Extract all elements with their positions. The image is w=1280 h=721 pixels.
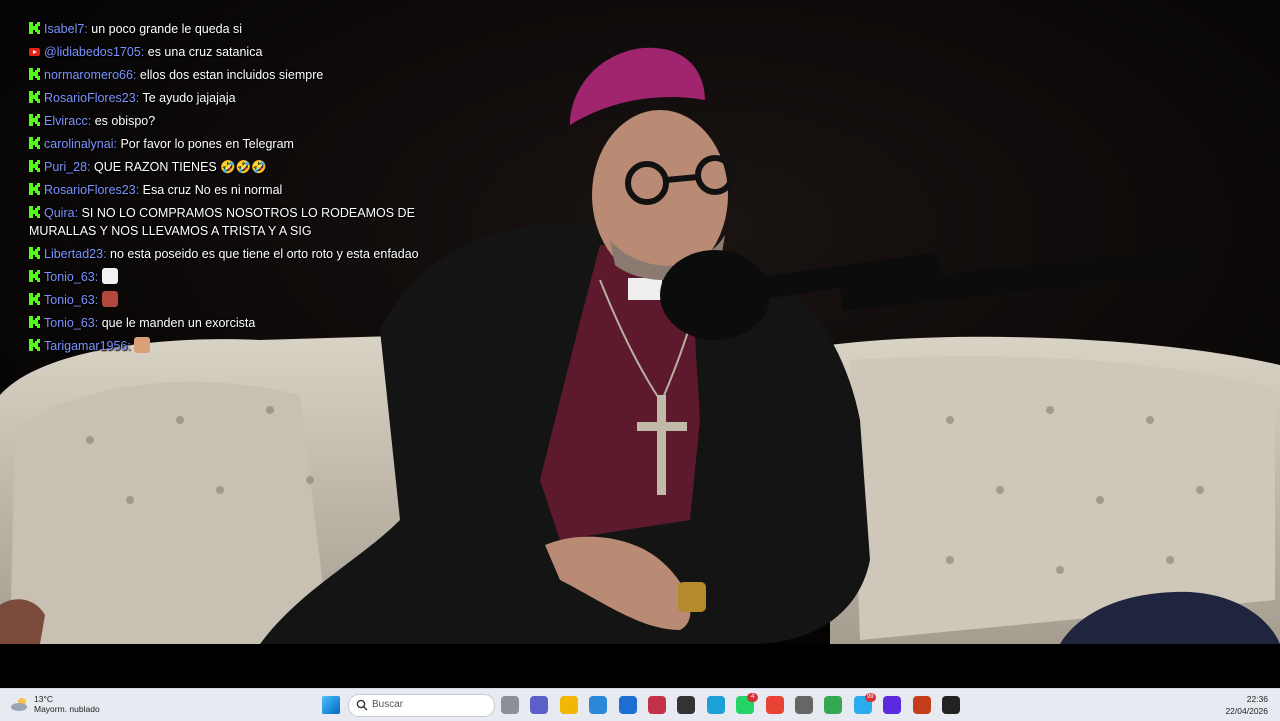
chat-username[interactable]: Libertad23: [44, 247, 107, 261]
chat-message: Puri_28: QUE RAZON TIENES 🤣🤣🤣 [29, 158, 479, 176]
chat-text: SI NO LO COMPRAMOS NOSOTROS LO RODEAMOS … [29, 206, 415, 238]
powerpoint-icon[interactable] [912, 696, 931, 714]
chat-message: Tonio_63: [29, 291, 479, 309]
chat-username[interactable]: Quira: [44, 206, 78, 220]
dark-app-icon[interactable] [677, 696, 696, 714]
chrome-alt-icon[interactable] [824, 696, 843, 714]
hand-emote [134, 337, 151, 353]
chat-text: es una cruz satanica [147, 45, 263, 59]
clock-time: 22:36 [1246, 694, 1268, 704]
weather-description: Mayorm. nublado [34, 704, 100, 714]
chat-username[interactable]: Tonio_63: [44, 270, 98, 284]
chat-username[interactable]: @lidiabedos1705: [44, 45, 144, 59]
chat-text: es obispo? [94, 114, 156, 128]
chat-message: normaromero66: ellos dos estan incluidos… [29, 66, 479, 84]
recorder-icon[interactable] [648, 696, 666, 714]
notification-badge: 99 [864, 693, 876, 702]
telegram-icon[interactable]: 99 [853, 693, 876, 714]
taskbar: 13°C Mayorm. nublado Buscar 4 99 22:36 22… [0, 688, 1280, 721]
cloud-sun-icon [11, 698, 27, 711]
youtube-logo-icon [29, 48, 40, 56]
chat-message: Tonio_63: que le manden un exorcista [29, 314, 479, 332]
settings-icon[interactable] [795, 696, 813, 714]
red-emote [101, 291, 118, 307]
chat-message: RosarioFlores23: Esa cruz No es ni norma… [29, 181, 479, 199]
taskbar-search[interactable]: Buscar [348, 694, 495, 717]
kick-logo-icon [29, 270, 40, 282]
clock-date: 22/04/2026 [1225, 706, 1268, 716]
chat-username[interactable]: normaromero66: [44, 68, 136, 82]
chat-message: RosarioFlores23: Te ayudo jajajaja [29, 89, 479, 107]
media-player-icon[interactable] [942, 696, 960, 714]
task-view-icon[interactable] [501, 696, 519, 714]
ghost-emote [101, 268, 118, 284]
chat-username[interactable]: Tarigamar1956: [44, 339, 131, 353]
kick-logo-icon [29, 316, 40, 328]
kick-logo-icon [29, 22, 40, 34]
weather-widget[interactable]: 13°C Mayorm. nublado [10, 694, 100, 714]
obs-icon[interactable] [883, 696, 902, 714]
edge-icon[interactable] [706, 696, 725, 714]
kick-logo-icon [29, 137, 40, 149]
teams-icon[interactable] [530, 696, 549, 714]
chat-username[interactable]: carolinalynai: [44, 137, 117, 151]
kick-logo-icon [29, 114, 40, 126]
chat-text: un poco grande le queda si [91, 22, 243, 36]
chat-message: carolinalynai: Por favor lo pones en Tel… [29, 135, 479, 153]
chat-message: Isabel7: un poco grande le queda si [29, 20, 479, 38]
chat-message: Libertad23: no esta poseido es que tiene… [29, 245, 479, 263]
letterbox-bar [0, 644, 1280, 688]
chat-message: Tarigamar1956: [29, 337, 479, 355]
file-explorer-icon[interactable] [559, 696, 578, 714]
chat-text: no esta poseido es que tiene el orto rot… [110, 247, 419, 261]
kick-logo-icon [29, 160, 40, 172]
search-placeholder: Buscar [372, 699, 404, 710]
kick-logo-icon [29, 68, 40, 80]
chat-text: QUE RAZON TIENES 🤣🤣🤣 [94, 160, 267, 174]
microsoft-store-icon[interactable] [589, 696, 608, 714]
whatsapp-icon[interactable]: 4 [736, 693, 759, 714]
weather-temperature: 13°C [34, 694, 53, 704]
chat-message: Tonio_63: [29, 268, 479, 286]
kick-logo-icon [29, 247, 40, 259]
kick-logo-icon [29, 91, 40, 103]
chat-username[interactable]: Isabel7: [44, 22, 88, 36]
chrome-icon[interactable] [765, 696, 784, 714]
chat-username[interactable]: Elviracc: [44, 114, 91, 128]
search-icon [356, 699, 368, 711]
kick-logo-icon [29, 183, 40, 195]
chat-message: Quira: SI NO LO COMPRAMOS NOSOTROS LO RO… [29, 204, 479, 240]
video-frame: Isabel7: un poco grande le queda si @lidi… [0, 0, 1280, 644]
chat-username[interactable]: Puri_28: [44, 160, 91, 174]
chat-text: Te ayudo jajajaja [142, 91, 236, 105]
chat-message: Elviracc: es obispo? [29, 112, 479, 130]
chat-username[interactable]: Tonio_63: [44, 316, 98, 330]
kick-logo-icon [29, 206, 40, 218]
kick-logo-icon [29, 293, 40, 305]
chat-message: @lidiabedos1705: es una cruz satanica [29, 43, 479, 61]
chat-overlay: Isabel7: un poco grande le queda si @lidi… [29, 20, 479, 360]
mail-icon[interactable] [618, 696, 637, 714]
chat-username[interactable]: Tonio_63: [44, 293, 98, 307]
chat-text: Por favor lo pones en Telegram [120, 137, 294, 151]
chat-text: que le manden un exorcista [101, 316, 256, 330]
windows-start-icon[interactable] [322, 696, 340, 714]
system-clock[interactable]: 22:36 22/04/2026 [1225, 693, 1268, 717]
notification-badge: 4 [747, 693, 759, 702]
chat-text: Esa cruz No es ni normal [142, 183, 283, 197]
chat-username[interactable]: RosarioFlores23: [44, 91, 139, 105]
chat-username[interactable]: RosarioFlores23: [44, 183, 139, 197]
chat-text: ellos dos estan incluidos siempre [139, 68, 324, 82]
kick-logo-icon [29, 339, 40, 351]
